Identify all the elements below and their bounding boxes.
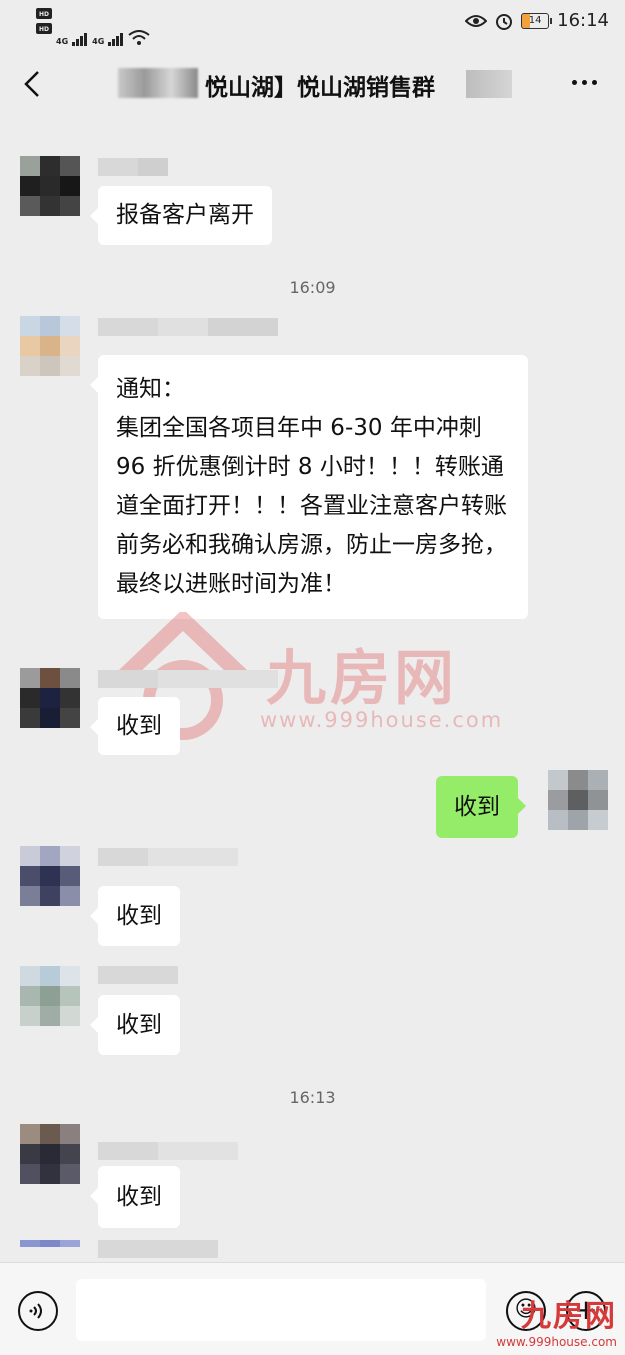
corner-watermark: 九房网 www.999house.com — [496, 1291, 617, 1349]
redacted-title-right — [466, 70, 512, 98]
message-bubble[interactable]: 收到 — [90, 697, 180, 755]
chevron-left-icon[interactable] — [18, 64, 48, 104]
self-avatar[interactable] — [548, 770, 608, 830]
redacted-nickname — [98, 1240, 218, 1258]
message-text: 收到 — [116, 903, 162, 929]
message-text: 收到 — [116, 1012, 162, 1038]
input-bar: ☺ + 九房网 www.999house.com — [0, 1262, 625, 1355]
nav-bar: 悦山湖】悦山湖销售群 — [0, 46, 625, 124]
timestamp: 16:13 — [289, 1088, 336, 1107]
avatar[interactable] — [20, 846, 80, 906]
status-bar: HD 1 HD 2 4G 4G 14 16:14 — [0, 0, 625, 46]
message-input[interactable] — [76, 1279, 486, 1341]
message-text: 收到 — [116, 1184, 162, 1210]
notice-text: 通知： 集团全国各项目年中 6-30 年中冲刺 96 折优惠倒计时 8 小时！！… — [116, 376, 507, 597]
redacted-nickname — [98, 848, 238, 866]
avatar[interactable] — [20, 966, 80, 1026]
watermark-url: www.999house.com — [260, 708, 504, 732]
redacted-nickname — [98, 158, 168, 176]
message-text: 收到 — [454, 794, 500, 820]
avatar[interactable] — [20, 668, 80, 728]
message-text: 报备客户离开 — [116, 202, 254, 228]
hd2-badge: HD 2 — [36, 23, 52, 45]
network-label-1: 4G — [56, 37, 69, 46]
avatar[interactable] — [20, 1240, 80, 1262]
chat-title: 悦山湖】悦山湖销售群 — [205, 75, 435, 101]
clock: 16:14 — [557, 10, 609, 31]
more-icon[interactable] — [572, 80, 597, 85]
corner-watermark-brand: 九房网 — [521, 1299, 617, 1334]
avatar[interactable] — [20, 316, 80, 376]
corner-watermark-url: www.999house.com — [496, 1335, 617, 1349]
timestamp: 16:09 — [289, 278, 336, 297]
redacted-nickname — [98, 318, 278, 336]
self-message-bubble[interactable]: 收到 — [436, 776, 526, 838]
avatar[interactable] — [20, 1124, 80, 1184]
message-bubble[interactable]: 收到 — [90, 886, 180, 946]
hd1-badge: HD 1 — [36, 8, 52, 30]
status-left: HD 1 HD 2 4G 4G — [36, 8, 150, 46]
redacted-nickname — [98, 966, 178, 984]
wifi-icon — [128, 30, 150, 45]
battery-icon: 14 — [521, 12, 553, 29]
message-bubble[interactable]: 收到 — [90, 1166, 180, 1228]
message-text: 收到 — [116, 713, 162, 739]
watermark-brand: 九房网 — [266, 644, 458, 714]
notice-bubble[interactable]: 通知： 集团全国各项目年中 6-30 年中冲刺 96 折优惠倒计时 8 小时！！… — [90, 355, 528, 619]
network-label-2: 4G — [92, 37, 105, 46]
voice-icon[interactable] — [18, 1291, 58, 1331]
redacted-nickname — [98, 1142, 238, 1160]
avatar[interactable] — [20, 156, 80, 216]
alarm-icon — [496, 13, 513, 30]
signal-icon — [72, 33, 88, 46]
eye-icon — [465, 14, 488, 27]
message-bubble[interactable]: 报备客户离开 — [90, 186, 272, 245]
signal-icon-2 — [108, 33, 124, 46]
status-right: 14 16:14 — [465, 10, 609, 31]
message-bubble[interactable]: 收到 — [90, 995, 180, 1055]
redacted-nickname — [98, 670, 278, 688]
